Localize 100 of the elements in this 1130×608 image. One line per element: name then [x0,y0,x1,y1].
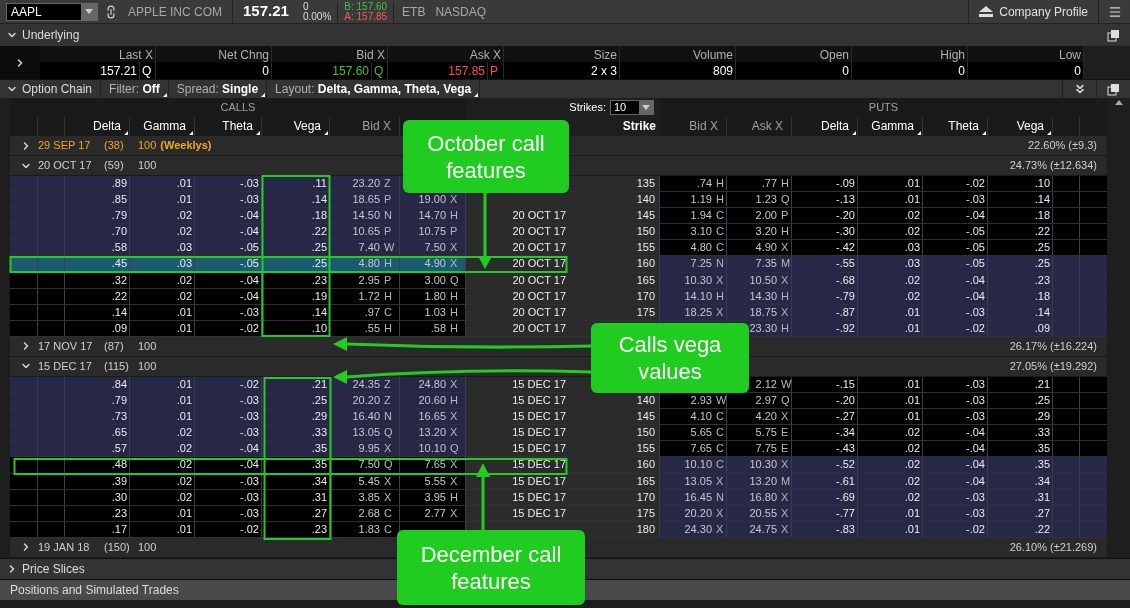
table-cell-text: 10.10 [683,457,713,473]
table-cell-text: 3.85 [357,489,381,505]
table-cell: -.04 [923,208,988,224]
table-cell: .31 [262,489,330,505]
table-cell-text: 20.55 [748,505,778,521]
table-cell: .01 [130,320,195,336]
table-cell: .14 [988,304,1053,320]
multiplier: 100 [138,540,158,556]
table-cell-text: 18.25 [683,304,713,320]
table-cell: .18 [262,208,330,224]
table-cell: .02 [858,288,923,304]
expiration-date: 29 SEP 17 [37,138,92,154]
field-label: Volume [692,48,733,62]
table-cell: -.79 [792,288,858,304]
table-cell: .01 [130,521,195,537]
field-value: 157.60 [332,62,370,80]
multiplier: 100 [138,359,158,375]
table-cell-text: 5.45 [357,473,381,489]
table-cell: .23 [262,272,330,288]
exchange-code: P [382,272,400,288]
table-cell: -.02 [923,521,988,537]
implied-volatility: 27.05% (±19.292) [1009,359,1098,375]
exchange-code: P [382,224,400,240]
strike-price: 150 [636,426,655,439]
table-cell-text: 13.20 [748,473,778,489]
table-cell: -.87 [792,304,858,320]
table-cell: -.03 [195,473,262,489]
strike-price: 155 [636,442,655,455]
field-label: Last X [118,48,153,62]
exchange-code: C [714,208,727,224]
table-cell: -.03 [195,176,262,192]
table-cell: .35 [988,457,1053,473]
table-cell-text: 10.75 [417,224,447,240]
table-cell: .58 [65,240,130,256]
expiration-date: 15 DEC 17 [512,474,566,487]
strike-price: 180 [636,522,655,535]
implied-volatility: 24.73% (±12.634) [1009,158,1098,174]
table-cell: -.05 [195,240,262,256]
strike-price: 175 [636,305,655,318]
exchange-code: C [714,240,727,256]
expiration-date: 20 OCT 17 [512,225,566,238]
table-cell: .02 [858,441,923,457]
exchange-code: X [382,489,400,505]
table-cell-text: 7.75 [754,441,778,457]
exchange-code: X [382,441,400,457]
table-cell: .25 [988,240,1053,256]
strike-price: 165 [636,273,655,286]
field-label: Low [1059,48,1081,62]
exchange-code: W [779,376,792,393]
table-cell-text: .55 [363,320,381,336]
table-cell: .14 [262,192,330,208]
table-cell: .01 [130,393,195,409]
table-cell: .23 [262,521,330,537]
table-cell: -.04 [195,288,262,304]
table-cell: -.77 [792,505,858,521]
multiplier: 100 [138,138,158,154]
table-cell: -.02 [923,320,988,336]
exchange-code: X [714,473,727,489]
last-price: 157.21 [243,1,289,22]
table-cell: -.02 [195,320,262,336]
table-cell: -.55 [792,256,858,272]
table-cell-text: 1.83 [357,521,381,537]
table-cell-text: 10.30 [748,457,778,473]
table-cell: .09 [65,320,130,336]
table-cell-text: 16.80 [748,489,778,505]
exchange-name: NASDAQ [435,3,487,21]
table-cell-text: 4.80 [357,256,381,272]
table-cell: -.30 [792,224,858,240]
days-count: (150) [104,540,131,556]
table-cell: .02 [858,224,923,240]
table-cell: .11 [262,176,330,192]
table-cell-text: 5.55 [423,473,447,489]
table-cell: .84 [65,376,130,393]
series-tag: (Weeklys) [160,137,212,154]
table-cell: .01 [858,192,923,208]
table-cell-text: 1.23 [754,192,778,208]
table-cell: .02 [130,224,195,240]
company-name: APPLE INC COM [128,0,234,24]
table-cell-text: .77 [760,176,778,191]
table-cell: -.05 [195,256,262,272]
table-cell-text: 2.00 [754,208,778,224]
table-cell: -.03 [195,304,262,320]
exchange-code: C [382,304,400,320]
table-cell-text: 24.75 [748,521,778,537]
strike-price: 170 [636,490,655,503]
borrow-status: ETB [402,3,426,21]
expiration-date: 15 DEC 17 [512,394,566,407]
table-cell: .01 [130,176,195,192]
table-cell: .01 [858,304,923,320]
table-cell-text: 3.00 [423,272,447,288]
table-cell: -.34 [792,425,858,441]
exchange-code: H [382,256,400,272]
exchange-code: Z [382,376,400,393]
table-cell-text: 4.80 [689,240,713,256]
table-cell: -.69 [792,489,858,505]
expiration-date: 15 DEC 17 [512,490,566,503]
table-cell: .22 [65,288,130,304]
exchange-code: X [779,521,792,537]
table-cell: .25 [262,256,330,272]
table-cell: .17 [65,521,130,537]
